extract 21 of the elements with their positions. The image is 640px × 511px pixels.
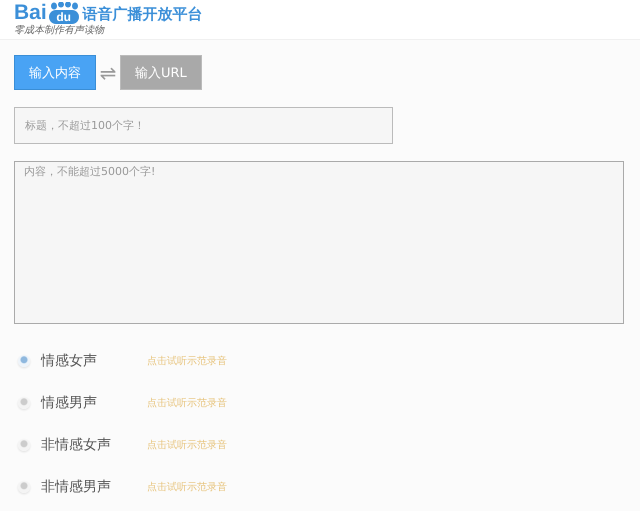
sample-link[interactable]: 点击试听示范录音 [147,354,227,368]
content-field[interactable]: 内容，不能超过5000个字! [14,161,624,324]
voice-label: 情感男声 [41,394,98,412]
tagline: 零成本制作有声读物 [14,25,106,37]
logo-text: Bai [14,2,47,24]
paw-logo: du [46,2,81,24]
tab[interactable]: 输入URL [120,55,202,90]
tab[interactable]: 输入内容 [14,55,96,90]
swap-icon: ⇌ [96,62,120,82]
radio-button[interactable] [18,355,30,367]
title-field[interactable]: 标题，不超过100个字！ [14,107,393,144]
radio-button[interactable] [18,439,30,451]
site-title: 语音广播开放平台 [82,4,203,24]
radio-button[interactable] [18,397,30,409]
sample-link[interactable]: 点击试听示范录音 [147,396,227,410]
voice-label: 非情感男声 [41,478,112,496]
voice-label: 非情感女声 [41,436,112,454]
voice-label: 情感女声 [41,352,98,370]
radio-button[interactable] [18,481,30,493]
sample-link[interactable]: 点击试听示范录音 [147,480,227,494]
sample-link[interactable]: 点击试听示范录音 [147,438,227,452]
